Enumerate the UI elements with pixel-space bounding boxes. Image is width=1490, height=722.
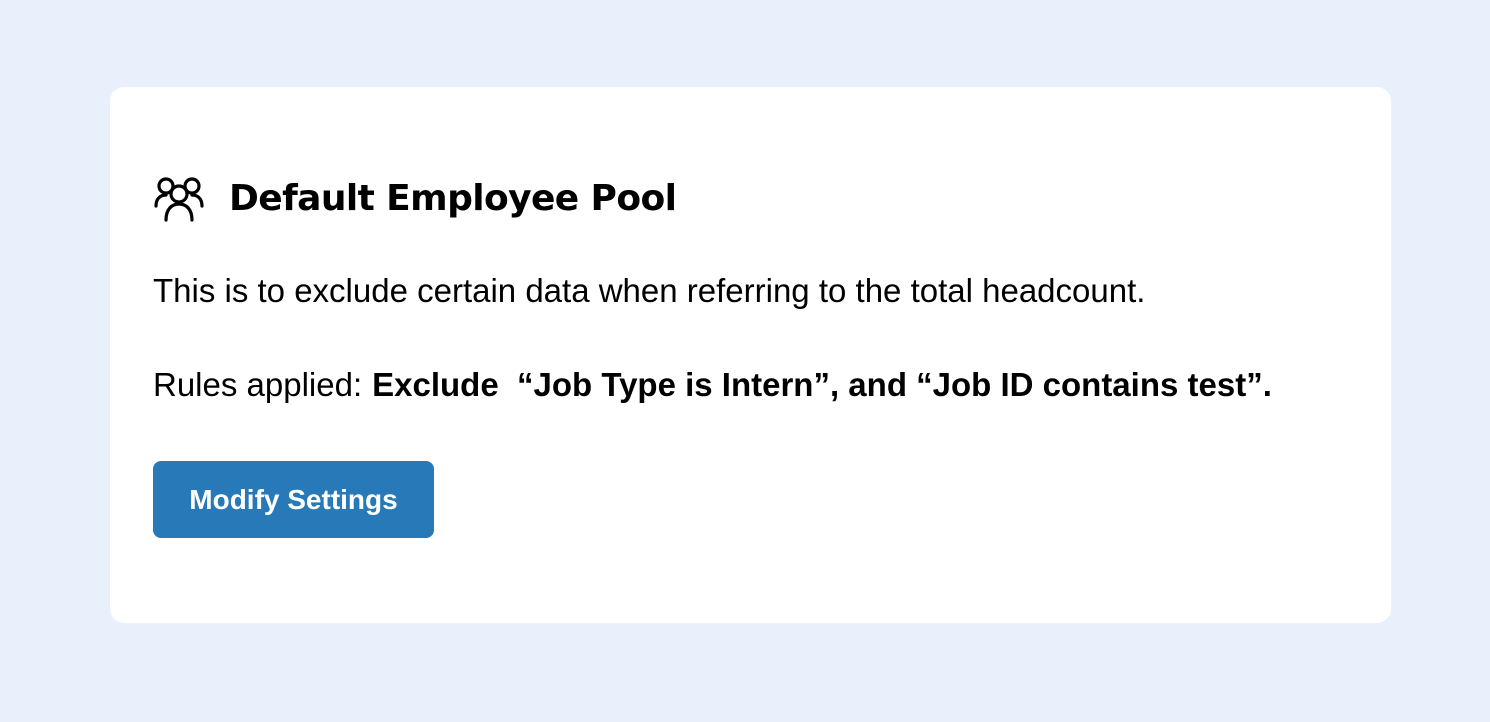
- card-description: This is to exclude certain data when ref…: [153, 272, 1146, 309]
- rules-applied: Rules applied: Exclude “Job Type is Inter…: [153, 365, 1272, 405]
- card-header: Default Employee Pool: [153, 173, 677, 223]
- employee-pool-card: Default Employee Pool This is to exclude…: [110, 87, 1391, 623]
- modify-settings-button[interactable]: Modify Settings: [153, 461, 434, 538]
- users-group-icon: [153, 174, 205, 222]
- card-title: Default Employee Pool: [229, 177, 677, 219]
- rules-label: Rules applied:: [153, 366, 363, 403]
- rules-value: Exclude “Job Type is Intern”, and “Job I…: [372, 366, 1272, 403]
